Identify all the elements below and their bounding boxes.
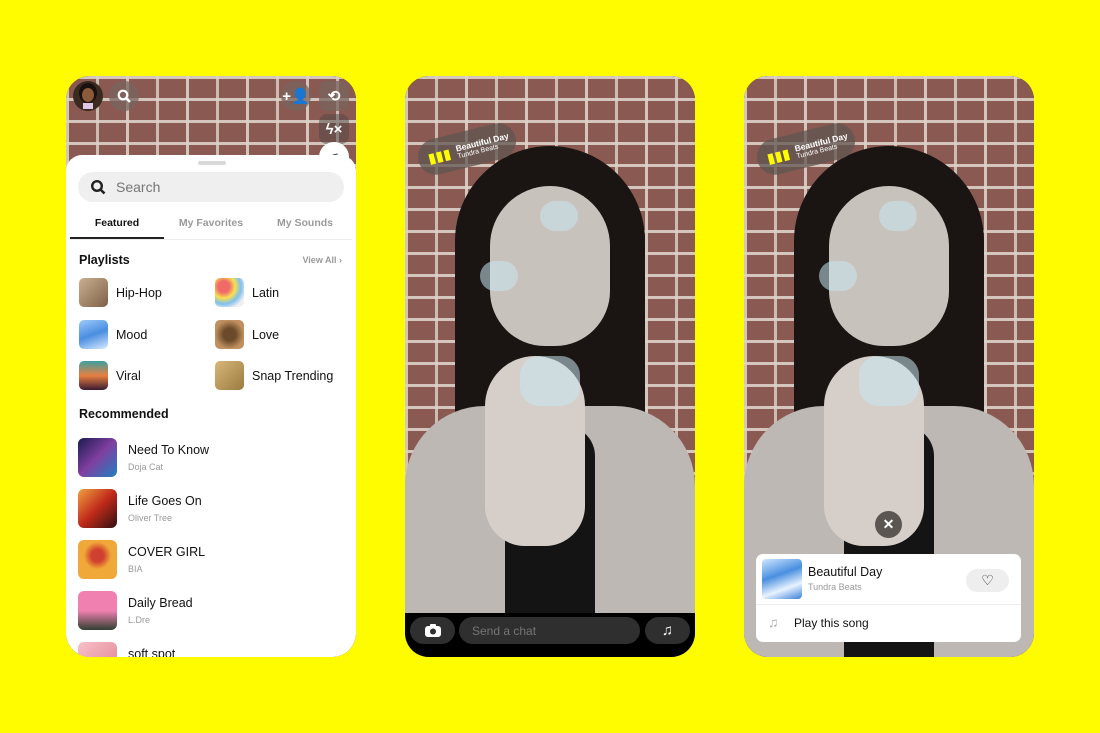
- close-icon: ✕: [882, 516, 895, 532]
- song-artist: L.Dre: [128, 615, 151, 625]
- playlist-item[interactable]: Hip-Hop: [79, 278, 162, 307]
- tab-featured[interactable]: Featured: [70, 213, 164, 239]
- song-item[interactable]: Daily Bread L.Dre: [78, 591, 193, 630]
- playlist-thumbnail: [215, 278, 244, 307]
- music-note-icon: ♫: [768, 614, 779, 630]
- view-all-link[interactable]: View All ›: [302, 255, 342, 265]
- tab-my-favorites[interactable]: My Favorites: [164, 213, 258, 239]
- playlist-label: Love: [252, 327, 280, 342]
- music-button[interactable]: ♫: [645, 617, 690, 644]
- song-artwork: [762, 559, 802, 599]
- tab-my-sounds[interactable]: My Sounds: [258, 213, 352, 239]
- playlist-label: Hip-Hop: [116, 285, 162, 300]
- camera-subject: [405, 146, 695, 657]
- song-artist: Doja Cat: [128, 462, 164, 472]
- add-friend-button[interactable]: +👤: [281, 81, 311, 111]
- chevron-right-icon: ›: [339, 255, 342, 265]
- playlist-item[interactable]: Snap Trending: [215, 361, 333, 390]
- camera-preview-screen: ▮▮▮ Beautiful DayTundra Beats ♫: [405, 76, 695, 657]
- song-artist: Oliver Tree: [128, 513, 173, 523]
- playlist-label: Mood: [116, 327, 148, 342]
- play-this-song-button[interactable]: Play this song: [794, 616, 869, 630]
- soundwave-icon: ▮▮▮: [426, 144, 453, 166]
- song-artwork: [78, 438, 117, 477]
- close-button[interactable]: ✕: [875, 511, 902, 538]
- music-picker-screen: +👤 ⟲ ϟ× ♫ Featured My Favorites My Sound…: [66, 76, 356, 657]
- song-title: COVER GIRL: [128, 545, 206, 559]
- favorite-button[interactable]: ♡: [966, 569, 1009, 592]
- chat-bar: ♫: [405, 613, 695, 657]
- playlist-item[interactable]: Love: [215, 320, 279, 349]
- flash-off-icon: ϟ×: [325, 120, 343, 138]
- search-icon: [90, 179, 106, 195]
- song-title: Need To Know: [128, 443, 210, 457]
- chat-input[interactable]: [459, 617, 640, 644]
- playlist-item[interactable]: Latin: [215, 278, 279, 307]
- soundwave-icon: ▮▮▮: [765, 144, 792, 166]
- song-item[interactable]: soft spot: [78, 642, 175, 657]
- playlist-label: Viral: [116, 368, 141, 383]
- playlist-thumbnail: [215, 361, 244, 390]
- song-title: soft spot: [128, 647, 176, 657]
- song-artwork: [78, 489, 117, 528]
- song-card-screen: ▮▮▮ Beautiful Day Tundra Beats ✕ Beautifu…: [744, 76, 1034, 657]
- song-title: Beautiful Day: [808, 565, 883, 579]
- search-button[interactable]: [109, 81, 139, 111]
- music-note-icon: ♫: [661, 622, 674, 639]
- song-artist: BIA: [128, 564, 143, 574]
- playlist-thumbnail: [79, 320, 108, 349]
- avatar-icon: [79, 83, 97, 109]
- heart-icon: ♡: [981, 572, 994, 588]
- add-friend-icon: +👤: [282, 88, 310, 105]
- song-title: Daily Bread: [128, 596, 193, 610]
- playlist-thumbnail: [79, 361, 108, 390]
- song-artwork: [78, 540, 117, 579]
- song-item[interactable]: Life Goes On Oliver Tree: [78, 489, 202, 528]
- song-artist: Tundra Beats: [808, 582, 862, 592]
- tab-bar: Featured My Favorites My Sounds: [70, 213, 352, 240]
- bitmoji-avatar[interactable]: [73, 81, 103, 111]
- song-title: Life Goes On: [128, 494, 202, 508]
- song-artwork: [78, 642, 117, 657]
- playlist-item[interactable]: Viral: [79, 361, 141, 390]
- flip-camera-icon: ⟲: [327, 88, 341, 105]
- song-item[interactable]: COVER GIRL BIA: [78, 540, 205, 579]
- music-sheet: Featured My Favorites My Sounds Playlist…: [66, 155, 356, 657]
- song-artwork: [78, 591, 117, 630]
- camera-button[interactable]: [410, 617, 455, 644]
- song-card: Beautiful Day Tundra Beats ♡ ♫ Play this…: [756, 554, 1021, 642]
- flip-camera-button[interactable]: ⟲: [319, 81, 349, 111]
- divider: [756, 604, 1021, 605]
- flash-button[interactable]: ϟ×: [319, 114, 349, 144]
- playlist-label: Latin: [252, 285, 280, 300]
- playlist-thumbnail: [215, 320, 244, 349]
- camera-icon: [424, 624, 441, 637]
- playlist-item[interactable]: Mood: [79, 320, 147, 349]
- search-icon: [117, 89, 131, 103]
- recommended-heading: Recommended: [79, 407, 169, 421]
- sheet-grabber[interactable]: [198, 161, 226, 165]
- view-all-label: View All: [302, 255, 337, 265]
- search-input[interactable]: [114, 178, 318, 196]
- playlist-label: Snap Trending: [252, 368, 334, 383]
- playlists-heading: Playlists: [79, 253, 130, 267]
- playlist-thumbnail: [79, 278, 108, 307]
- song-item[interactable]: Need To Know Doja Cat: [78, 438, 209, 477]
- search-bar[interactable]: [78, 172, 344, 202]
